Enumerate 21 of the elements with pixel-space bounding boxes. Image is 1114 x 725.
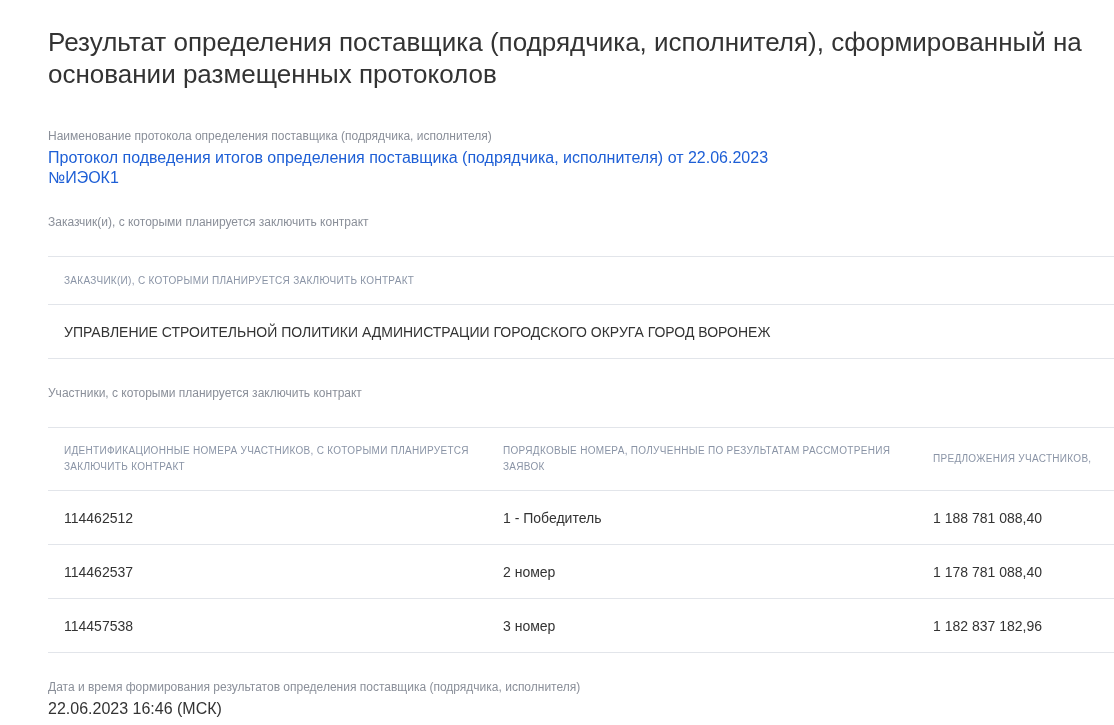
table-cell: 1 188 781 088,40 [933, 509, 1042, 526]
column-header: ИДЕНТИФИКАЦИОННЫЕ НОМЕРА УЧАСТНИКОВ, С КОТОРЫМИ ПЛАНИРУЕТСЯ ЗАКЛЮЧИТЬ КОНТРАКТ [64, 445, 469, 472]
column-header: ПРЕДЛОЖЕНИЯ УЧАСТНИКОВ, [933, 453, 1092, 464]
protocol-link[interactable]: Протокол подведения итогов определения поставщика (подрядчика, исполнителя) от 22.06.2023 №ИЭОК1 [48, 148, 838, 188]
table-cell: 1 178 781 088,40 [933, 563, 1042, 580]
page-title: Результат определения поставщика (подрядчика, исполнителя), сформированный на основании размещенных протоколов [48, 26, 1083, 90]
table-cell: 1 182 837 182,96 [933, 617, 1042, 634]
field-label: Заказчик(и), с которыми планируется заключить контракт [48, 214, 369, 230]
table-cell: УПРАВЛЕНИЕ СТРОИТЕЛЬНОЙ ПОЛИТИКИ АДМИНИСТРАЦИИ ГОРОДСКОГО ОКРУГА ГОРОД ВОРОНЕЖ [64, 323, 771, 340]
column-header: ПОРЯДКОВЫЕ НОМЕРА, ПОЛУЧЕННЫЕ ПО РЕЗУЛЬТАТАМ РАССМОТРЕНИЯ ЗАЯВОК [503, 445, 891, 472]
table-cell: 1 - Победитель [503, 509, 602, 526]
field-label: Наименование протокола определения поставщика (подрядчика, исполнителя) [48, 128, 492, 144]
field-label: Дата и время формирования результатов определения поставщика (подрядчика, исполнителя) [48, 679, 581, 695]
table-cell: 114457538 [64, 617, 134, 634]
table-cell: 114462512 [64, 509, 134, 526]
field-label: Участники, с которыми планируется заключить контракт [48, 385, 362, 401]
table-cell: 114462537 [64, 563, 134, 580]
field-value: 22.06.2023 16:46 (МСК) [48, 699, 222, 719]
column-header: ЗАКАЗЧИК(И), С КОТОРЫМИ ПЛАНИРУЕТСЯ ЗАКЛЮЧИТЬ КОНТРАКТ [64, 274, 415, 286]
table-cell: 2 номер [503, 563, 556, 580]
table-cell: 3 номер [503, 617, 556, 634]
